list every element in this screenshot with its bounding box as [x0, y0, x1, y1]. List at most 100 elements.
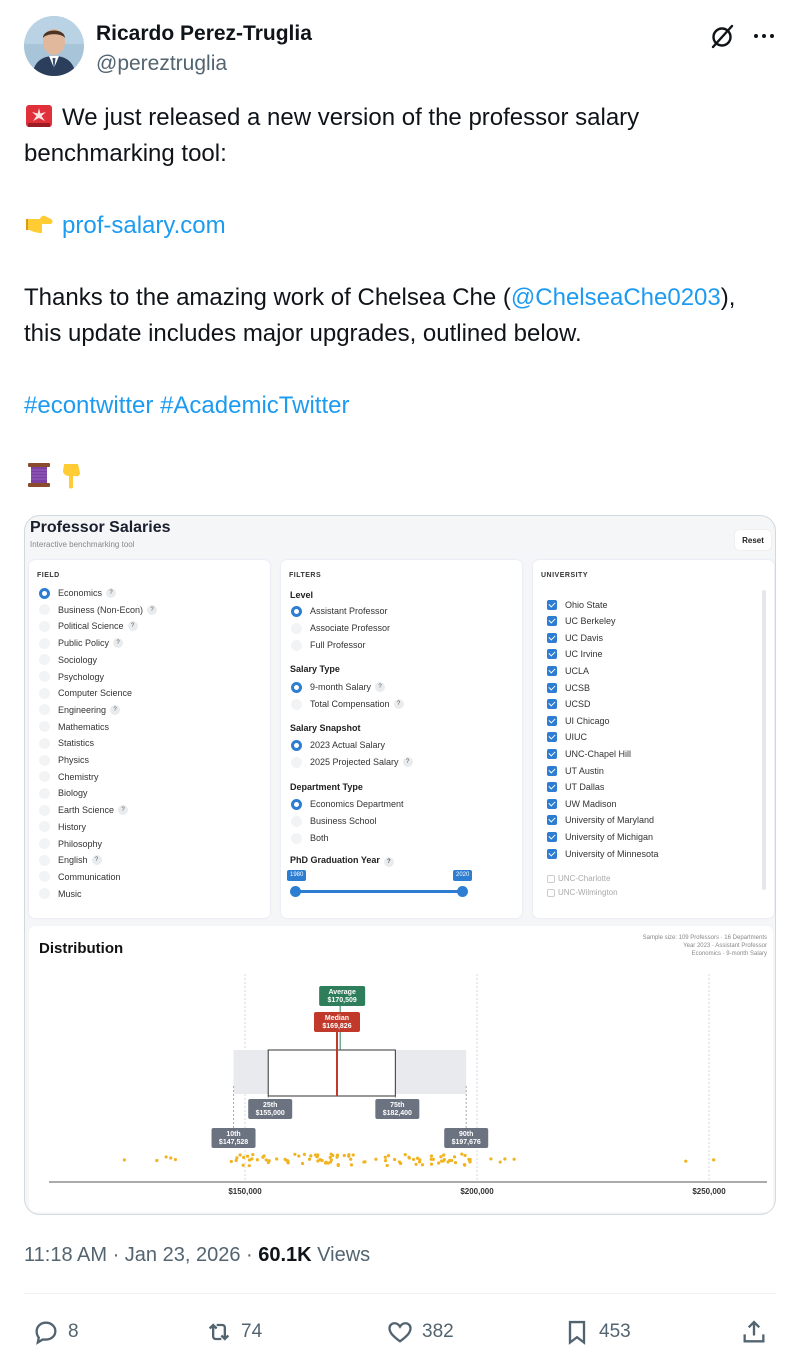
help-icon[interactable]: ?: [110, 704, 121, 715]
phd-slider-track[interactable]: [295, 890, 463, 893]
hashtag-econtwitter[interactable]: #econtwitter: [24, 392, 153, 419]
field-option[interactable]: Psychology: [39, 670, 104, 684]
salary-type-option[interactable]: Total Compensation?: [291, 697, 404, 711]
field-option[interactable]: English?: [39, 853, 102, 867]
field-option[interactable]: Sociology: [39, 653, 97, 667]
field-option[interactable]: History: [39, 820, 86, 834]
like-button[interactable]: 382: [386, 1318, 454, 1346]
university-option[interactable]: UNC-Chapel Hill: [547, 747, 631, 760]
field-option[interactable]: Chemistry: [39, 770, 99, 784]
field-option[interactable]: Statistics: [39, 736, 94, 750]
level-option[interactable]: Assistant Professor: [291, 604, 388, 618]
university-option[interactable]: UCSD: [547, 698, 591, 711]
salary-type-option[interactable]: 9-month Salary?: [291, 680, 386, 694]
reset-button[interactable]: Reset: [735, 530, 771, 550]
reply-button[interactable]: 8: [32, 1318, 79, 1346]
salary-dot: [250, 1157, 254, 1161]
university-option[interactable]: University of Minnesota: [547, 847, 659, 860]
university-option[interactable]: UI Chicago: [547, 714, 610, 727]
university-option[interactable]: Ohio State: [547, 598, 608, 611]
field-option[interactable]: Public Policy?: [39, 636, 124, 650]
salary-dot: [393, 1157, 397, 1162]
salary-dot: [264, 1158, 268, 1162]
mention-link[interactable]: @ChelseaChe0203: [511, 284, 721, 311]
university-heading: UNIVERSITY: [541, 572, 589, 579]
field-option[interactable]: Political Science?: [39, 619, 138, 633]
university-option[interactable]: UT Dallas: [547, 781, 604, 794]
university-option[interactable]: University of Michigan: [547, 830, 653, 843]
university-option[interactable]: UIUC: [547, 731, 587, 744]
hashtag-academictwitter[interactable]: #AcademicTwitter: [160, 392, 349, 419]
checkbox-icon: [547, 715, 557, 726]
help-icon[interactable]: ?: [91, 855, 102, 866]
help-icon[interactable]: ?: [393, 699, 404, 709]
help-icon[interactable]: ?: [127, 621, 138, 632]
university-option[interactable]: UC Davis: [547, 631, 603, 644]
level-option[interactable]: Associate Professor: [291, 621, 390, 635]
university-option[interactable]: UC Irvine: [547, 648, 603, 661]
reply-icon: [35, 1321, 57, 1345]
tweet-timestamp[interactable]: 11:18 AM · Jan 23, 2026 · 60.1K Views: [24, 1244, 370, 1267]
radio-icon: [39, 604, 50, 616]
more-icon[interactable]: [750, 22, 778, 50]
university-option[interactable]: UNC-Charlotte: [547, 872, 610, 885]
help-icon[interactable]: ?: [113, 638, 124, 649]
app-screenshot[interactable]: Professor Salaries Interactive benchmark…: [24, 515, 776, 1215]
field-option[interactable]: Biology: [39, 786, 88, 800]
field-option[interactable]: Mathematics: [39, 720, 109, 734]
salary-dot: [229, 1159, 233, 1164]
avatar[interactable]: [24, 16, 84, 76]
help-icon[interactable]: ?: [147, 604, 158, 615]
tweet-text: We just released a new version of the pr…: [24, 100, 774, 496]
share-button[interactable]: [740, 1318, 776, 1346]
university-scrollbar[interactable]: [762, 590, 766, 890]
dept-option[interactable]: Both: [291, 831, 329, 845]
field-option[interactable]: Communication: [39, 870, 121, 884]
author-handle[interactable]: @pereztruglia: [96, 52, 227, 76]
slider-min-handle[interactable]: [290, 886, 301, 897]
salary-link[interactable]: prof-salary.com: [62, 212, 226, 239]
field-option[interactable]: Computer Science: [39, 686, 132, 700]
thread-emoji-icon: [28, 463, 50, 487]
university-option[interactable]: UT Austin: [547, 764, 604, 777]
checkbox-icon: [547, 699, 557, 710]
field-option[interactable]: Economics?: [39, 586, 117, 600]
field-option[interactable]: Philosophy: [39, 837, 102, 851]
app-subtitle: Interactive benchmarking tool: [30, 540, 135, 549]
university-option[interactable]: University of Maryland: [547, 814, 654, 827]
help-icon[interactable]: ?: [375, 682, 386, 692]
grok-icon[interactable]: [708, 22, 736, 50]
dept-option[interactable]: Business School: [291, 814, 377, 828]
radio-icon: [291, 605, 302, 617]
salary-dot: [297, 1154, 301, 1158]
repost-button[interactable]: 74: [205, 1318, 262, 1346]
author-name[interactable]: Ricardo Perez-Truglia: [96, 22, 312, 46]
level-option[interactable]: Full Professor: [291, 638, 366, 652]
help-icon[interactable]: ?: [402, 757, 413, 767]
p10-tag-label: 10th: [226, 1131, 240, 1138]
snapshot-option[interactable]: 2023 Actual Salary: [291, 738, 385, 752]
university-option[interactable]: UCSB: [547, 681, 590, 694]
help-icon[interactable]: ?: [106, 588, 117, 598]
field-option[interactable]: Business (Non-Econ)?: [39, 603, 158, 617]
radio-icon: [39, 637, 50, 649]
university-option[interactable]: UCLA: [547, 664, 589, 677]
help-icon[interactable]: ?: [383, 857, 394, 867]
slider-max-handle[interactable]: [457, 886, 468, 897]
bookmark-button[interactable]: 453: [563, 1318, 631, 1346]
university-option[interactable]: UW Madison: [547, 797, 617, 810]
university-option[interactable]: UC Berkeley: [547, 615, 616, 628]
salary-dot: [238, 1153, 242, 1157]
field-option[interactable]: Engineering?: [39, 703, 121, 717]
dept-option[interactable]: Economics Department: [291, 797, 404, 811]
salary-dot: [255, 1158, 259, 1162]
heart-icon: [388, 1322, 412, 1343]
field-option[interactable]: Music: [39, 887, 82, 901]
distribution-chart[interactable]: $150,000 $200,000 $250,000 Average$170,509 M…: [29, 926, 773, 1212]
option-label: UIUC: [565, 732, 587, 743]
field-option[interactable]: Earth Science?: [39, 803, 129, 817]
snapshot-option[interactable]: 2025 Projected Salary?: [291, 755, 413, 769]
help-icon[interactable]: ?: [118, 805, 129, 816]
field-option[interactable]: Physics: [39, 753, 89, 767]
university-option[interactable]: UNC-Wilmington: [547, 886, 618, 899]
